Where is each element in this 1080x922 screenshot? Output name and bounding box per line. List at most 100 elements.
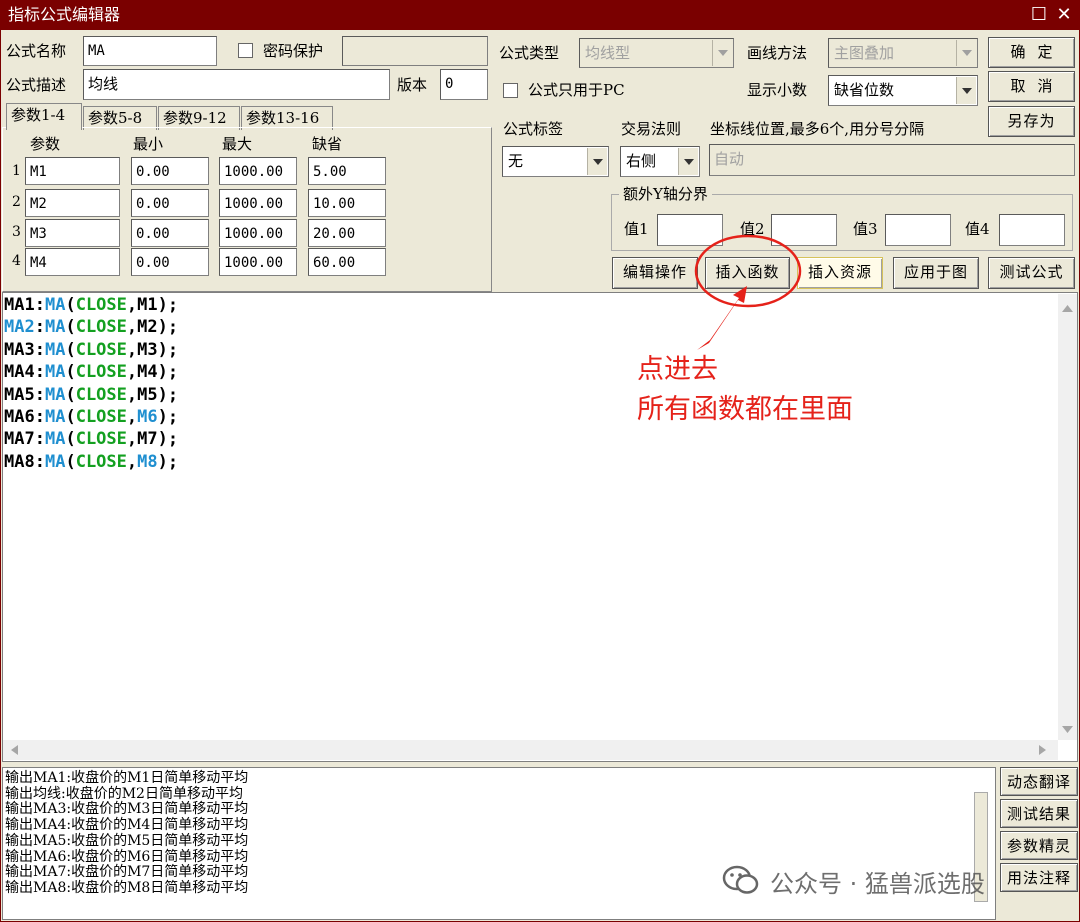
ok-button[interactable]: 确定	[988, 37, 1075, 68]
formula-name-label: 公式名称	[6, 42, 67, 60]
code-text[interactable]: MA1:MA(CLOSE,M1); MA2:MA(CLOSE,M2); MA3:MA…	[4, 294, 178, 473]
watermark: 公众号 · 猛兽派选股	[770, 870, 985, 898]
code-token: :	[34, 317, 45, 338]
code-token: CLOSE	[75, 317, 127, 338]
code-token: (	[65, 339, 76, 360]
code-token: MA7	[4, 429, 35, 450]
param-name-input[interactable]: M4	[25, 248, 120, 276]
code-token: (	[65, 362, 76, 383]
formula-desc-input[interactable]: 均线	[83, 69, 390, 100]
chevron-down-icon[interactable]	[678, 148, 698, 175]
formula-tag-value: 无	[508, 152, 524, 170]
code-token: (	[65, 451, 76, 472]
pc-only-label: 公式只用于PC	[528, 81, 625, 99]
param-min-input[interactable]: 0.00	[131, 189, 209, 217]
save-as-button[interactable]: 另存为	[988, 106, 1075, 137]
apply-to-chart-button[interactable]: 应用于图	[893, 257, 979, 289]
chevron-down-icon[interactable]	[712, 40, 732, 66]
editor-horizontal-scrollbar[interactable]	[3, 740, 1058, 760]
param-min-input[interactable]: 0.00	[131, 157, 209, 185]
code-token: :	[34, 451, 45, 472]
wechat-icon	[722, 864, 760, 900]
scroll-arrows-icon	[11, 745, 1046, 755]
chevron-down-icon[interactable]	[956, 77, 976, 104]
code-line: MA3:MA(CLOSE,M3);	[4, 339, 178, 361]
output-line: 输出MA8:收盘价的M8日简单移动平均	[5, 879, 249, 896]
formula-name-input[interactable]: MA	[83, 36, 217, 66]
param-min-input[interactable]: 0.00	[131, 219, 209, 247]
code-line: MA4:MA(CLOSE,M4);	[4, 361, 178, 383]
param-max-input[interactable]: 1000.00	[219, 189, 297, 217]
param-name-input[interactable]: M1	[25, 157, 120, 185]
code-token: CLOSE	[75, 429, 127, 450]
restore-icon[interactable]: ☐	[1028, 4, 1050, 26]
code-token: ,M7);	[126, 429, 179, 450]
param-row-index: 4	[12, 253, 21, 269]
pc-only-checkbox[interactable]	[503, 83, 518, 98]
coord-line-label: 坐标线位置,最多6个,用分号分隔	[710, 120, 925, 138]
usage-note-button[interactable]: 用法注释	[1000, 863, 1078, 892]
tab-params-1-4[interactable]: 参数1-4	[6, 103, 82, 130]
code-token: (	[65, 295, 76, 315]
annotation-line2: 所有函数都在里面	[637, 394, 853, 425]
draw-method-value: 主图叠加	[834, 44, 895, 62]
editor-vertical-scrollbar[interactable]	[1058, 294, 1077, 740]
draw-method-select[interactable]: 主图叠加	[828, 38, 978, 68]
code-token: MA6	[4, 407, 35, 428]
chevron-down-icon[interactable]	[956, 40, 976, 66]
insert-function-button[interactable]: 插入函数	[705, 257, 790, 289]
version-input[interactable]: 0	[440, 69, 488, 100]
code-token: MA	[44, 362, 66, 383]
param-wizard-button[interactable]: 参数精灵	[1000, 831, 1078, 860]
y-axis-value3-input[interactable]	[885, 214, 951, 246]
param-name-input[interactable]: M3	[25, 219, 120, 247]
param-row-index: 3	[12, 224, 21, 240]
param-name-input[interactable]: M2	[25, 189, 120, 217]
code-token: MA4	[4, 362, 35, 383]
test-result-button[interactable]: 测试结果	[1000, 799, 1078, 828]
param-default-input[interactable]: 60.00	[308, 248, 386, 276]
password-input[interactable]	[342, 36, 488, 66]
y-axis-value1-input[interactable]	[657, 214, 723, 246]
param-max-input[interactable]: 1000.00	[219, 157, 297, 185]
code-token: :	[34, 295, 45, 315]
formula-tag-select[interactable]: 无	[502, 146, 609, 177]
code-token: CLOSE	[75, 407, 127, 428]
code-line: MA1:MA(CLOSE,M1);	[4, 294, 178, 316]
y-axis-value2-input[interactable]	[771, 214, 837, 246]
output-line: 输出MA3:收盘价的M3日简单移动平均	[5, 801, 249, 818]
trade-rule-value: 右侧	[626, 152, 657, 170]
close-icon[interactable]: ✕	[1053, 4, 1075, 26]
trade-rule-label: 交易法则	[621, 120, 682, 138]
param-default-input[interactable]: 10.00	[308, 189, 386, 217]
code-token: MA	[44, 429, 66, 450]
password-checkbox[interactable]	[238, 43, 253, 58]
formula-type-select[interactable]: 均线型	[579, 38, 734, 68]
insert-resource-button[interactable]: 插入资源	[797, 257, 883, 289]
draw-method-label: 画线方法	[747, 44, 808, 62]
edit-ops-button[interactable]: 编辑操作	[612, 257, 698, 289]
code-token: MA	[44, 384, 66, 405]
y-axis-value4-input[interactable]	[999, 214, 1065, 246]
chevron-down-icon[interactable]	[587, 148, 607, 175]
code-token: (	[65, 317, 76, 338]
param-min-input[interactable]: 0.00	[131, 248, 209, 276]
decimals-select[interactable]: 缺省位数	[828, 75, 978, 106]
test-formula-button[interactable]: 测试公式	[988, 257, 1075, 289]
param-max-input[interactable]: 1000.00	[219, 219, 297, 247]
param-default-input[interactable]: 20.00	[308, 219, 386, 247]
code-token: CLOSE	[75, 295, 127, 315]
code-token: );	[157, 407, 179, 428]
annotation-line1: 点进去	[637, 354, 718, 385]
dynamic-translate-button[interactable]: 动态翻译	[1000, 767, 1078, 796]
window-titlebar: 指标公式编辑器	[0, 0, 1080, 30]
param-max-input[interactable]: 1000.00	[219, 248, 297, 276]
code-token: MA2	[4, 317, 35, 338]
param-default-input[interactable]: 5.00	[308, 157, 386, 185]
coord-line-input[interactable]: 自动	[709, 144, 1075, 176]
cancel-button[interactable]: 取消	[988, 71, 1075, 102]
window-title: 指标公式编辑器	[8, 5, 121, 24]
trade-rule-select[interactable]: 右侧	[620, 146, 700, 177]
code-token: CLOSE	[75, 362, 127, 383]
decimals-value: 缺省位数	[834, 81, 895, 99]
